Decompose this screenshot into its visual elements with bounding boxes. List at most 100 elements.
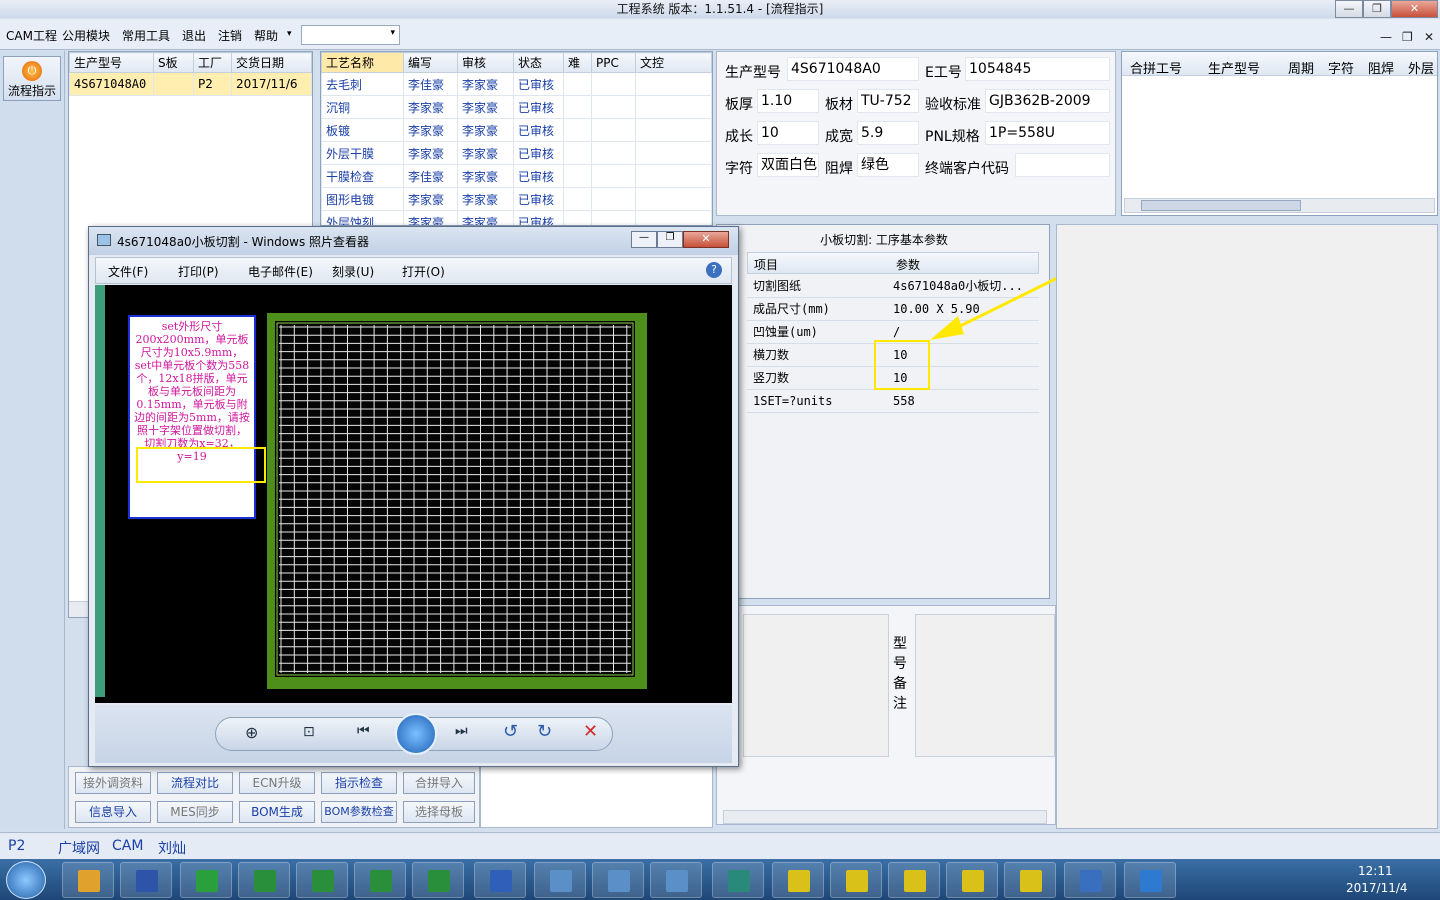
viewer-menu-burn[interactable]: 刻录(U) bbox=[332, 263, 374, 280]
maximize-button[interactable]: ❐ bbox=[1363, 0, 1391, 18]
info-import-button[interactable]: 信息导入 bbox=[75, 801, 151, 823]
menu-exit[interactable]: 退出 bbox=[182, 27, 206, 44]
menu-tools[interactable]: 常用工具 bbox=[122, 27, 170, 44]
taskbar-button[interactable] bbox=[534, 862, 586, 898]
delete-icon[interactable]: ✕ bbox=[583, 721, 598, 742]
col-cycle[interactable]: 周期 bbox=[1288, 58, 1314, 77]
viewer-maximize-button[interactable]: ❐ bbox=[657, 231, 683, 248]
table-row[interactable]: 干膜检查 李佳豪 李家豪 已审核 bbox=[321, 164, 712, 188]
taskbar-button[interactable] bbox=[296, 862, 348, 898]
col-difficulty[interactable]: 难 bbox=[563, 52, 592, 73]
taskbar-button[interactable] bbox=[830, 862, 882, 898]
col-state[interactable]: 状态 bbox=[513, 52, 564, 73]
customer-field[interactable] bbox=[1015, 153, 1110, 177]
table-row[interactable]: 沉铜 李家豪 李家豪 已审核 bbox=[321, 95, 712, 119]
pnl-field[interactable]: 1P=558U bbox=[985, 121, 1110, 145]
material-field[interactable]: TU-752 bbox=[857, 89, 919, 113]
rotate-right-icon[interactable]: ↻ bbox=[537, 721, 552, 742]
menu-help[interactable]: 帮助 bbox=[254, 27, 278, 44]
bom-generate-button[interactable]: BOM生成 bbox=[239, 801, 315, 823]
mdi-restore-button[interactable]: ❐ bbox=[1402, 30, 1413, 44]
minimize-button[interactable]: — bbox=[1335, 0, 1363, 18]
table-row[interactable]: 去毛刺 李佳豪 李家豪 已审核 bbox=[321, 72, 712, 96]
param-row[interactable]: 1SET=?units 558 bbox=[747, 390, 1039, 413]
table-row[interactable]: 外层干膜 李家豪 李家豪 已审核 bbox=[321, 141, 712, 165]
note-hscrollbar[interactable] bbox=[723, 810, 1047, 824]
note-text-area[interactable] bbox=[743, 614, 889, 757]
viewer-menu-open[interactable]: 打开(O) bbox=[402, 263, 445, 280]
previous-icon[interactable]: ⏮ bbox=[357, 723, 370, 739]
char-field[interactable]: 双面白色 bbox=[757, 153, 819, 177]
taskbar-button[interactable] bbox=[888, 862, 940, 898]
col-model[interactable]: 生产型号 bbox=[69, 52, 154, 73]
table-row[interactable]: 外层蚀刻 李家豪 李家豪 已审核 bbox=[321, 210, 712, 225]
menu-logout[interactable]: 注销 bbox=[218, 27, 242, 44]
taskbar-button[interactable] bbox=[1064, 862, 1116, 898]
col-sboard[interactable]: S板 bbox=[153, 52, 194, 73]
mask-field[interactable]: 绿色 bbox=[857, 153, 919, 177]
viewer-minimize-button[interactable]: — bbox=[631, 231, 657, 248]
thick-field[interactable]: 1.10 bbox=[757, 89, 819, 113]
mdi-close-button[interactable]: ✕ bbox=[1424, 30, 1434, 44]
help-dropdown-icon[interactable]: ▾ bbox=[287, 29, 292, 39]
taskbar-button[interactable] bbox=[62, 862, 114, 898]
bom-param-check-button[interactable]: BOM参数检查 bbox=[321, 801, 397, 823]
col-outer[interactable]: 外层 bbox=[1408, 58, 1434, 77]
col-doc[interactable]: 文控 bbox=[635, 52, 712, 73]
viewer-menu-print[interactable]: 打印(P) bbox=[178, 263, 219, 280]
eno-field[interactable]: 1054845 bbox=[965, 57, 1110, 81]
menu-combo[interactable]: ▾ bbox=[301, 25, 400, 45]
taskbar-button[interactable] bbox=[1004, 862, 1056, 898]
select-motherboard-button[interactable]: 选择母板 bbox=[403, 801, 475, 823]
col-char[interactable]: 字符 bbox=[1328, 58, 1354, 77]
menu-cam[interactable]: CAM工程 bbox=[6, 27, 57, 44]
col-ppc[interactable]: PPC bbox=[591, 52, 636, 73]
next-icon[interactable]: ⏭ bbox=[455, 723, 468, 739]
width-field[interactable]: 5.9 bbox=[857, 121, 919, 145]
taskbar-button[interactable] bbox=[238, 862, 290, 898]
col-mask[interactable]: 阻焊 bbox=[1368, 58, 1394, 77]
standard-field[interactable]: GJB362B-2009 bbox=[985, 89, 1110, 113]
viewer-close-button[interactable]: ✕ bbox=[683, 231, 729, 248]
photo-viewer-window[interactable]: 4s671048a0小板切割 - Windows 照片查看器 — ❐ ✕ 文件(… bbox=[88, 226, 739, 767]
col-process[interactable]: 工艺名称 bbox=[321, 52, 404, 73]
taskbar-button[interactable] bbox=[120, 862, 172, 898]
indicator-check-button[interactable]: 指示检查 bbox=[321, 772, 397, 794]
taskbar-button[interactable] bbox=[712, 862, 764, 898]
combine-import-button[interactable]: 合拼导入 bbox=[403, 772, 475, 794]
taskbar-button[interactable] bbox=[354, 862, 406, 898]
rotate-left-icon[interactable]: ↺ bbox=[503, 721, 518, 742]
col-combine-no[interactable]: 合拼工号 bbox=[1130, 58, 1182, 77]
start-button[interactable] bbox=[6, 861, 46, 899]
external-data-button[interactable]: 接外调资料 bbox=[75, 772, 151, 794]
flow-indicator-button[interactable]: ⏻ 流程指示 bbox=[3, 56, 61, 101]
taskbar-button[interactable] bbox=[946, 862, 998, 898]
taskbar-button[interactable] bbox=[650, 862, 702, 898]
combine-hscrollbar[interactable] bbox=[1124, 198, 1435, 213]
viewer-menu-file[interactable]: 文件(F) bbox=[108, 263, 148, 280]
taskbar-button[interactable] bbox=[1124, 862, 1176, 898]
mdi-minimize-button[interactable]: — bbox=[1380, 30, 1392, 44]
col-writer[interactable]: 编写 bbox=[403, 52, 458, 73]
col-factory[interactable]: 工厂 bbox=[193, 52, 232, 73]
length-field[interactable]: 10 bbox=[757, 121, 819, 145]
status-factory[interactable]: P2 bbox=[8, 838, 25, 854]
flow-compare-button[interactable]: 流程对比 bbox=[157, 772, 233, 794]
col-combine-model[interactable]: 生产型号 bbox=[1208, 58, 1260, 77]
taskbar-button[interactable] bbox=[592, 862, 644, 898]
table-row[interactable]: 图形电镀 李家豪 李家豪 已审核 bbox=[321, 187, 712, 211]
viewer-menu-email[interactable]: 电子邮件(E) bbox=[248, 263, 313, 280]
note-text-area-2[interactable] bbox=[915, 614, 1055, 757]
ecn-upgrade-button[interactable]: ECN升级 bbox=[239, 772, 315, 794]
viewer-help-icon[interactable]: ? bbox=[706, 262, 722, 278]
model-field[interactable]: 4S671048A0 bbox=[787, 57, 919, 81]
actual-size-icon[interactable]: ⊡ bbox=[303, 724, 315, 740]
taskbar-button[interactable] bbox=[412, 862, 464, 898]
taskbar-button[interactable] bbox=[180, 862, 232, 898]
table-row[interactable]: 4S671048A0 P2 2017/11/6 bbox=[69, 72, 312, 96]
zoom-icon[interactable]: ⊕ bbox=[245, 723, 258, 742]
col-reviewer[interactable]: 审核 bbox=[457, 52, 514, 73]
taskbar-button[interactable] bbox=[772, 862, 824, 898]
close-button[interactable]: ✕ bbox=[1391, 0, 1438, 18]
mes-sync-button[interactable]: MES同步 bbox=[157, 801, 233, 823]
